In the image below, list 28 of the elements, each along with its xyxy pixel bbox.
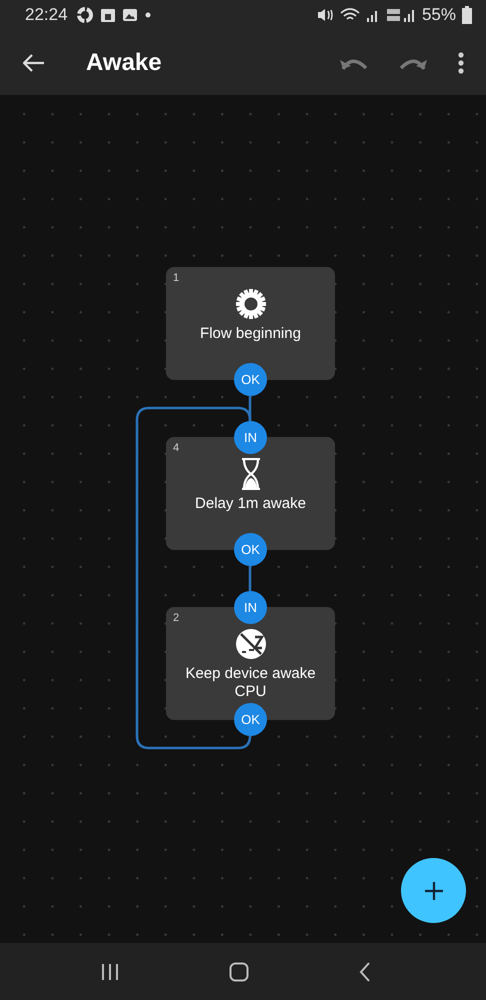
flow-title: Awake	[86, 48, 162, 76]
lte-signal-icon	[386, 7, 416, 23]
node-number: 1	[173, 272, 180, 284]
input-port[interactable]: IN	[234, 421, 267, 454]
more-options-icon[interactable]	[458, 52, 464, 74]
recent-apps-icon[interactable]	[100, 962, 120, 980]
no-sleep-icon	[234, 628, 266, 660]
mute-icon	[316, 7, 334, 23]
node-label: Delay 1m awake	[195, 495, 306, 513]
dot-icon	[144, 11, 152, 19]
status-time: 22:24	[25, 5, 68, 25]
plus-icon	[424, 880, 444, 900]
output-port[interactable]: OK	[234, 363, 267, 396]
battery-icon	[462, 6, 472, 24]
back-nav-icon[interactable]	[359, 962, 372, 982]
input-port[interactable]: IN	[234, 591, 267, 624]
output-port[interactable]: OK	[234, 533, 267, 566]
back-icon[interactable]	[23, 54, 45, 72]
node-label: Flow beginning	[200, 325, 301, 343]
node-label: Keep device awake CPU	[184, 665, 317, 701]
node-number: 4	[173, 442, 180, 454]
image-icon	[122, 7, 138, 23]
hourglass-icon	[240, 458, 262, 490]
home-icon[interactable]	[229, 962, 250, 982]
node-number: 2	[173, 612, 180, 624]
battery-percent: 55%	[422, 5, 456, 25]
gear-icon	[234, 288, 266, 320]
output-port[interactable]: OK	[234, 703, 267, 736]
